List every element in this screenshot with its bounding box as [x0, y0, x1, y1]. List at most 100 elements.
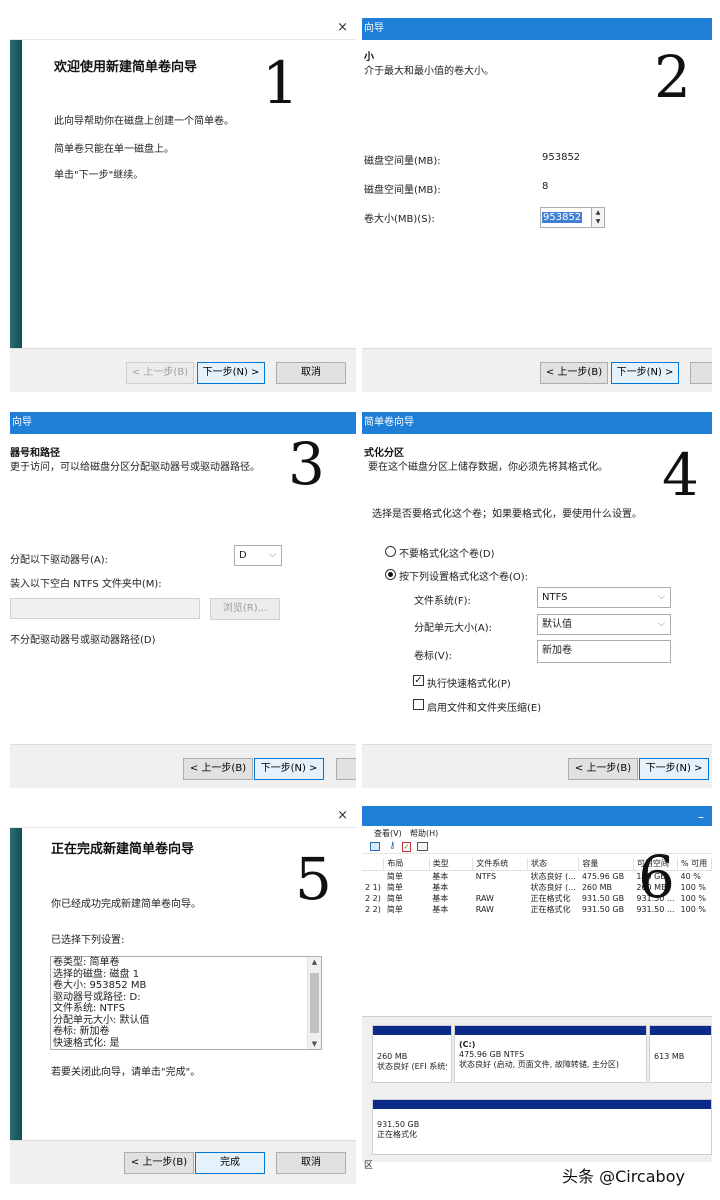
- spin-up-icon[interactable]: ▲: [592, 208, 604, 217]
- page-description: 更于访问，可以给磁盘分区分配驱动器号或驱动器路径。: [10, 462, 260, 473]
- properties-icon[interactable]: [370, 842, 380, 851]
- step-label-6: 6: [638, 843, 675, 911]
- no-letter-option[interactable]: 不分配驱动器号或驱动器路径(D): [10, 631, 156, 646]
- step-label-2: 2: [654, 43, 691, 111]
- browse-button[interactable]: 浏览(R)...: [210, 598, 280, 620]
- prev-button[interactable]: < 上一步(B): [183, 758, 253, 780]
- cell-pct: 100 %: [680, 882, 706, 892]
- format-label[interactable]: 按下列设置格式化这个卷(O):: [399, 568, 528, 583]
- cell-capacity: 931.50 GB: [581, 893, 625, 903]
- cancel-button-partial[interactable]: [336, 758, 356, 780]
- col-filesystem[interactable]: 文件系统: [472, 858, 529, 871]
- step-label-5: 5: [295, 845, 332, 913]
- cell-type: 基本: [432, 893, 449, 903]
- format-radio[interactable]: [385, 569, 396, 580]
- chevron-down-icon: ⌵: [658, 592, 665, 602]
- prev-button[interactable]: < 上一步(B): [568, 758, 638, 780]
- drive-letter-value: D: [239, 550, 247, 561]
- col-layout[interactable]: 布局: [383, 858, 430, 871]
- window-icon[interactable]: [417, 842, 428, 851]
- volume-size-label: 卷大小(MB)(S):: [364, 214, 435, 225]
- col-status[interactable]: 状态: [527, 858, 580, 871]
- finish-button[interactable]: 完成: [195, 1152, 265, 1174]
- cell-layout: 简单: [386, 893, 403, 903]
- cell-filesystem: NTFS: [475, 871, 497, 881]
- prev-button[interactable]: < 上一步(B): [126, 362, 194, 384]
- allocation-size-select[interactable]: 默认值 ⌵: [537, 614, 671, 635]
- list-item: 卷标: 新加卷: [53, 1026, 110, 1037]
- next-button[interactable]: 下一步(N) >: [254, 758, 324, 780]
- step-label-4: 4: [662, 441, 699, 509]
- cell-capacity: 475.96 GB: [581, 871, 625, 881]
- efi-partition[interactable]: 260 MB 状态良好 (EFI 系统分区): [372, 1025, 452, 1083]
- c-partition[interactable]: (C:) 475.96 GB NTFS 状态良好 (启动, 页面文件, 故障转储…: [454, 1025, 647, 1083]
- scrollbar[interactable]: ▲ ▼: [307, 957, 321, 1049]
- no-format-label[interactable]: 不要格式化这个卷(D): [399, 545, 495, 560]
- new-partition-size: 931.50 GB: [377, 1120, 420, 1129]
- col-volume[interactable]: [362, 858, 385, 871]
- prev-button[interactable]: < 上一步(B): [540, 362, 608, 384]
- disk-graphic-pane: 260 MB 状态良好 (EFI 系统分区) (C:) 475.96 GB NT…: [362, 1016, 712, 1162]
- assign-letter-option[interactable]: 分配以下驱动器号(A):: [10, 551, 108, 566]
- menu-help[interactable]: 帮助(H): [410, 828, 438, 839]
- chevron-down-icon: ⌵: [269, 550, 276, 560]
- compression-checkbox[interactable]: [413, 699, 424, 710]
- completion-message: 你已经成功完成新建简单卷向导。: [51, 899, 201, 910]
- volume-size-input[interactable]: 953852: [540, 207, 592, 228]
- quick-format-label[interactable]: 执行快速格式化(P): [427, 675, 511, 690]
- min-size-value: 8: [542, 181, 549, 192]
- close-icon[interactable]: ×: [337, 809, 348, 822]
- file-system-label: 文件系统(F):: [414, 596, 471, 607]
- cell-status: 状态良好 (...: [530, 882, 576, 892]
- check-doc-icon[interactable]: ✓: [402, 842, 411, 852]
- scroll-thumb[interactable]: [310, 973, 319, 1033]
- cell-type: 基本: [432, 871, 449, 881]
- compression-label[interactable]: 启用文件和文件夹压缩(E): [427, 699, 541, 714]
- close-icon[interactable]: ×: [337, 21, 348, 34]
- col-pct-free[interactable]: % 可用: [677, 858, 712, 871]
- cancel-button-partial[interactable]: [690, 362, 712, 384]
- key-icon[interactable]: ⚷: [389, 842, 398, 851]
- scroll-down-icon[interactable]: ▼: [308, 1040, 321, 1048]
- title-text: 简单卷向导: [364, 417, 414, 428]
- prev-button[interactable]: < 上一步(B): [124, 1152, 194, 1174]
- cell-status: 状态良好 (...: [530, 871, 576, 881]
- new-partition-status: 正在格式化: [377, 1130, 417, 1139]
- next-button[interactable]: 下一步(N) >: [197, 362, 265, 384]
- legend-text: 区: [364, 1161, 374, 1171]
- cell-type: 基本: [432, 882, 449, 892]
- col-capacity[interactable]: 容量: [578, 858, 634, 871]
- mount-folder-option[interactable]: 装入以下空白 NTFS 文件夹中(M):: [10, 575, 162, 590]
- quick-format-checkbox[interactable]: ✓: [413, 675, 424, 686]
- menu-view[interactable]: 查看(V): [374, 828, 402, 839]
- list-item: 分配单元大小: 默认值: [53, 1014, 150, 1026]
- next-button[interactable]: 下一步(N) >: [639, 758, 709, 780]
- c-status: 状态良好 (启动, 页面文件, 故障转储, 主分区): [459, 1060, 620, 1069]
- partition-bar: [373, 1026, 451, 1035]
- cell-layout: 简单: [386, 882, 403, 892]
- no-format-radio[interactable]: [385, 546, 396, 557]
- file-system-select[interactable]: NTFS ⌵: [537, 587, 671, 608]
- wizard-side-banner: [10, 40, 22, 350]
- spin-down-icon[interactable]: ▼: [592, 217, 604, 226]
- settings-summary-list[interactable]: 卷类型: 简单卷 选择的磁盘: 磁盘 1 卷大小: 953852 MB 驱动器号…: [50, 956, 322, 1050]
- list-item: 卷大小: 953852 MB: [53, 980, 147, 991]
- volume-label-input[interactable]: 新加卷: [537, 640, 671, 663]
- recovery-partition[interactable]: 613 MB: [649, 1025, 712, 1083]
- folder-path-input[interactable]: [10, 598, 200, 619]
- cell-filesystem: [473, 882, 528, 893]
- intro-line-2: 简单卷只能在单一磁盘上。: [54, 144, 174, 155]
- drive-letter-select[interactable]: D ⌵: [234, 545, 282, 566]
- cell-capacity: 260 MB: [581, 882, 613, 892]
- cancel-button[interactable]: 取消: [276, 362, 346, 384]
- new-partition[interactable]: 931.50 GB 正在格式化: [372, 1099, 712, 1155]
- next-button[interactable]: 下一步(N) >: [611, 362, 679, 384]
- title-bar: 简单卷向导: [362, 412, 712, 434]
- wizard-title: 正在完成新建简单卷向导: [51, 842, 195, 857]
- scroll-up-icon[interactable]: ▲: [308, 958, 321, 966]
- minimize-icon[interactable]: –: [698, 806, 704, 828]
- volume-size-spinner[interactable]: ▲ ▼: [591, 207, 605, 228]
- col-type[interactable]: 类型: [429, 858, 474, 871]
- panel-format-partition: 简单卷向导 式化分区 要在这个磁盘分区上储存数据，你必须先将其格式化。 选择是否…: [362, 412, 712, 788]
- cancel-button[interactable]: 取消: [276, 1152, 346, 1174]
